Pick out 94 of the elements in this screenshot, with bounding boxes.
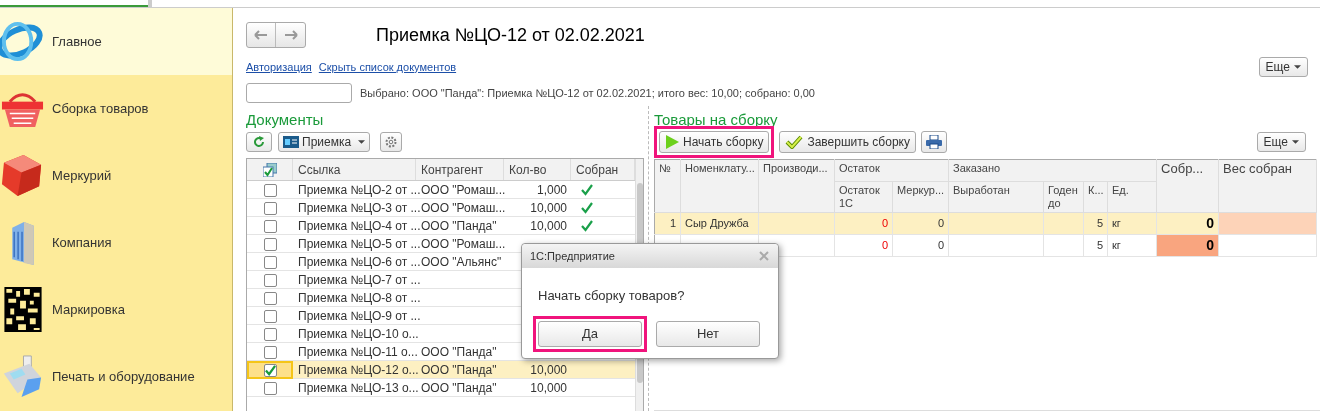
table-cell-text: 10,000 xyxy=(529,200,568,217)
checkbox[interactable] xyxy=(263,327,277,341)
table-cell-text: Приемка №ЦО-13 о... xyxy=(297,380,416,397)
column-header: Производи... xyxy=(758,159,835,213)
dialog-button[interactable]: Да xyxy=(538,320,642,347)
checkbox[interactable] xyxy=(263,381,277,395)
checkbox[interactable] xyxy=(263,273,277,287)
checkmark-icon xyxy=(785,135,804,149)
column-header: Выработан xyxy=(948,181,1044,213)
checkbox[interactable] xyxy=(263,363,277,377)
column-header: Ссылка xyxy=(293,159,416,180)
table-cell-text: ООО "Панда" xyxy=(420,344,498,361)
caret-icon xyxy=(1294,65,1301,69)
table-cell-text: ООО "Альянс" xyxy=(420,254,503,271)
table-row[interactable]: 1 Сыр Дружба 0 0 5 кг 0 xyxy=(654,212,1317,235)
section-title: Товары на сборку xyxy=(654,110,779,130)
checkbox[interactable] xyxy=(263,183,277,197)
forward-arrow-icon xyxy=(283,30,298,40)
more-button[interactable]: Еще xyxy=(1256,132,1306,152)
more-button[interactable]: Еще xyxy=(1258,57,1308,77)
column-header: № xyxy=(654,159,681,213)
table-cell: Сыр Дружба xyxy=(685,217,749,230)
column-header: Вес собран xyxy=(1218,159,1317,213)
table-cell-text: ООО "Ромаш... xyxy=(420,236,504,253)
table-cell: 0 xyxy=(1206,237,1215,253)
print-button[interactable] xyxy=(920,131,947,153)
checkbox[interactable] xyxy=(263,291,277,305)
table-cell: кг xyxy=(1112,217,1121,230)
printer-icon xyxy=(925,135,942,149)
table-row[interactable]: Приемка №ЦО-3 от ...ООО "Ромаш... 10,000 xyxy=(247,199,635,217)
swirl-logo-icon xyxy=(0,19,45,64)
table-cell-text: 10,000 xyxy=(529,218,568,235)
table-row[interactable]: Приемка №ЦО-4 от ...ООО "Панда" 10,000 xyxy=(247,217,635,235)
table-cell-text: Приемка №ЦО-10 о... xyxy=(297,326,416,343)
column-header: Остаток 1С xyxy=(834,181,893,213)
table-row[interactable]: Приемка №ЦО-13 о... ООО "Панда" 10,000 xyxy=(247,379,635,397)
table-cell-text: ООО "Ромаш... xyxy=(420,182,504,199)
start-assembly-button[interactable]: Начать сборку xyxy=(659,131,770,153)
building-icon xyxy=(10,220,35,265)
checkmark-icon xyxy=(264,364,276,376)
document-type-button[interactable]: Приемка xyxy=(278,132,371,152)
selection-summary: Выбрано: ООО "Панда": Приемка №ЦО-12 от 02.02.2021; итого вес: 10,00; собрано: 0,00 xyxy=(360,85,815,101)
link[interactable]: Авторизация xyxy=(246,58,312,76)
table-cell-text: Приемка №ЦО-12 о... xyxy=(297,362,416,379)
refresh-button[interactable] xyxy=(246,132,272,152)
document-icon xyxy=(283,136,299,148)
table-cell: 0 xyxy=(937,239,944,252)
table-cell: 0 xyxy=(937,217,944,230)
finish-assembly-button[interactable]: Завершить сборку xyxy=(779,131,916,153)
sidebar-item[interactable]: Главное xyxy=(0,8,232,75)
column-header: Кол-во xyxy=(504,159,571,180)
close-icon xyxy=(759,251,769,261)
table-cell: 5 xyxy=(1096,239,1103,252)
table-cell: 0 xyxy=(881,239,888,252)
close-button[interactable] xyxy=(758,250,770,262)
column-header: Меркур... xyxy=(892,181,949,213)
checkbox[interactable] xyxy=(263,309,277,323)
column-header: Номенклату... xyxy=(680,159,759,213)
table-cell: 5 xyxy=(1096,217,1103,230)
caret-icon xyxy=(358,140,366,144)
table-row[interactable]: Приемка №ЦО-12 о... ООО "Панда" 10,000 xyxy=(247,361,635,379)
table-cell: 0 xyxy=(1206,215,1215,231)
checkbox[interactable] xyxy=(263,255,277,269)
settings-icon xyxy=(384,135,399,149)
column-header: Остаток xyxy=(834,159,949,182)
matrix-code-icon xyxy=(3,287,42,332)
play-icon xyxy=(665,135,679,149)
search-field[interactable] xyxy=(246,83,352,103)
checkbox[interactable] xyxy=(263,237,277,251)
table-row[interactable]: Приемка №ЦО-2 от ...ООО "Ромаш... 1,000 xyxy=(247,181,635,199)
table-cell-text: ООО "Ромаш... xyxy=(420,200,504,217)
checkbox[interactable] xyxy=(263,201,277,215)
caret-icon xyxy=(1292,140,1299,144)
table-cell: кг xyxy=(1112,239,1121,252)
checkbox[interactable] xyxy=(263,219,277,233)
column-header: Заказано xyxy=(948,159,1157,182)
table-cell: 0 xyxy=(881,217,888,230)
check-all-icon xyxy=(262,162,277,177)
column-header: Контрагент xyxy=(416,159,504,180)
table-cell-text: 10,000 xyxy=(529,380,568,397)
table-cell-text: 1,000 xyxy=(535,182,568,199)
settings-button[interactable] xyxy=(380,132,403,152)
dialog-button[interactable]: Нет xyxy=(656,320,760,347)
table-cell-text: Приемка №ЦО-11 о... xyxy=(297,344,416,361)
checkbox[interactable] xyxy=(263,345,277,359)
section-title: Документы xyxy=(246,110,325,130)
refresh-icon xyxy=(253,136,265,148)
table-cell: 1 xyxy=(669,217,676,230)
back-arrow-icon xyxy=(254,30,268,40)
table-cell-text: ООО "Панда" xyxy=(420,218,498,235)
column-header: Собр... xyxy=(1156,159,1219,213)
page-title: Приемка №ЦО-12 от 02.02.2021 xyxy=(376,23,645,47)
link[interactable]: Скрыть список документов xyxy=(318,58,457,76)
table-cell-text: 10,000 xyxy=(529,362,568,379)
